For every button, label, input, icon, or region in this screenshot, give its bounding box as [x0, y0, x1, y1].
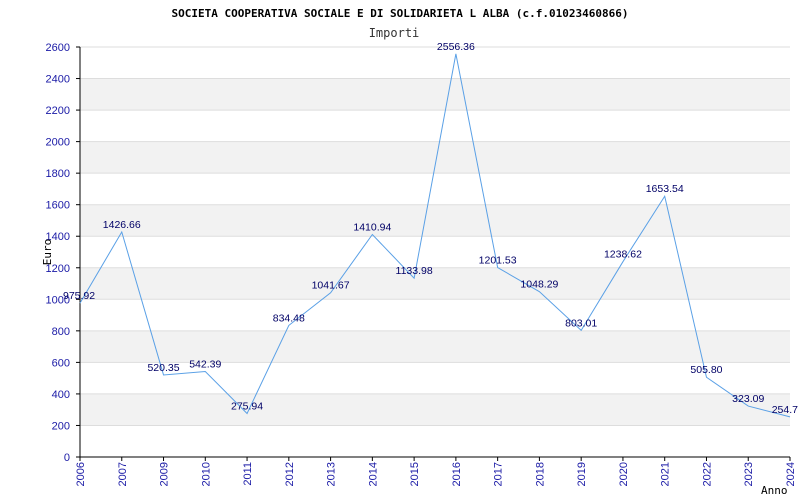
chart-title: SOCIETA COOPERATIVA SOCIALE E DI SOLIDAR… — [172, 7, 629, 20]
data-label: 803.01 — [565, 317, 597, 329]
y-tick-label: 600 — [52, 357, 70, 369]
x-tick-label: 2014 — [367, 462, 379, 486]
x-tick-label: 2007 — [117, 462, 129, 486]
x-tick-label: 2019 — [576, 462, 588, 486]
y-tick-label: 200 — [52, 420, 70, 432]
y-tick-label: 800 — [52, 326, 70, 338]
data-label: 1410.94 — [353, 222, 391, 234]
data-label: 505.80 — [690, 364, 722, 376]
x-tick-labels: 2006 2007 2009 2010 2011 2012 2013 2014 2015 2016… — [75, 457, 797, 486]
data-label: 275.94 — [231, 400, 263, 412]
background-band — [80, 393, 790, 426]
x-tick-label: 2011 — [242, 462, 254, 486]
x-axis-label: Anno — [761, 484, 788, 497]
data-label: 542.39 — [189, 358, 221, 370]
y-tick-label: 2600 — [46, 42, 70, 54]
y-axis-label: Euro — [41, 239, 54, 266]
y-tick-label: 2200 — [46, 105, 70, 117]
data-label: 975.92 — [63, 290, 95, 302]
data-label: 520.35 — [147, 362, 179, 374]
x-tick-label: 2021 — [660, 462, 672, 486]
y-tick-label: 1600 — [46, 200, 70, 212]
data-label: 1048.29 — [520, 279, 558, 291]
x-tick-label: 2006 — [75, 462, 87, 486]
y-tick-label: 0 — [64, 452, 70, 464]
x-tick-label: 2010 — [200, 462, 212, 486]
data-label: 1426.66 — [103, 219, 141, 231]
x-tick-label: 2017 — [493, 462, 505, 486]
y-tick-label: 2000 — [46, 137, 70, 149]
x-tick-label: 2018 — [534, 462, 546, 486]
background-band — [80, 330, 790, 363]
data-label: 323.09 — [732, 393, 764, 405]
background-band — [80, 204, 790, 237]
x-tick-label: 2020 — [618, 462, 630, 486]
data-label: 1238.62 — [604, 249, 642, 261]
x-tick-label: 2024 — [785, 462, 797, 486]
data-label: 1133.98 — [396, 265, 433, 277]
data-label: 254.7 — [772, 404, 798, 416]
data-label: 2556.36 — [437, 41, 475, 53]
chart-subtitle: Importi — [369, 26, 420, 40]
data-label: 1653.54 — [646, 183, 684, 195]
line-chart: 0200400600800100012001400160018002000220… — [41, 7, 798, 497]
x-tick-label: 2023 — [743, 462, 755, 486]
x-tick-label: 2013 — [326, 462, 338, 486]
background-band — [80, 267, 790, 300]
x-tick-label: 2012 — [284, 462, 296, 486]
x-tick-label: 2016 — [451, 462, 463, 486]
data-label: 834.48 — [273, 312, 305, 324]
y-tick-label: 2400 — [46, 74, 70, 86]
x-tick-label: 2009 — [159, 462, 171, 486]
y-tick-label: 1800 — [46, 168, 70, 180]
y-tick-label: 400 — [52, 389, 70, 401]
data-label: 1041.67 — [312, 280, 350, 292]
x-tick-label: 2015 — [409, 462, 421, 486]
data-label: 1201.53 — [479, 255, 517, 267]
background-band — [80, 78, 790, 111]
x-tick-label: 2022 — [701, 462, 713, 486]
